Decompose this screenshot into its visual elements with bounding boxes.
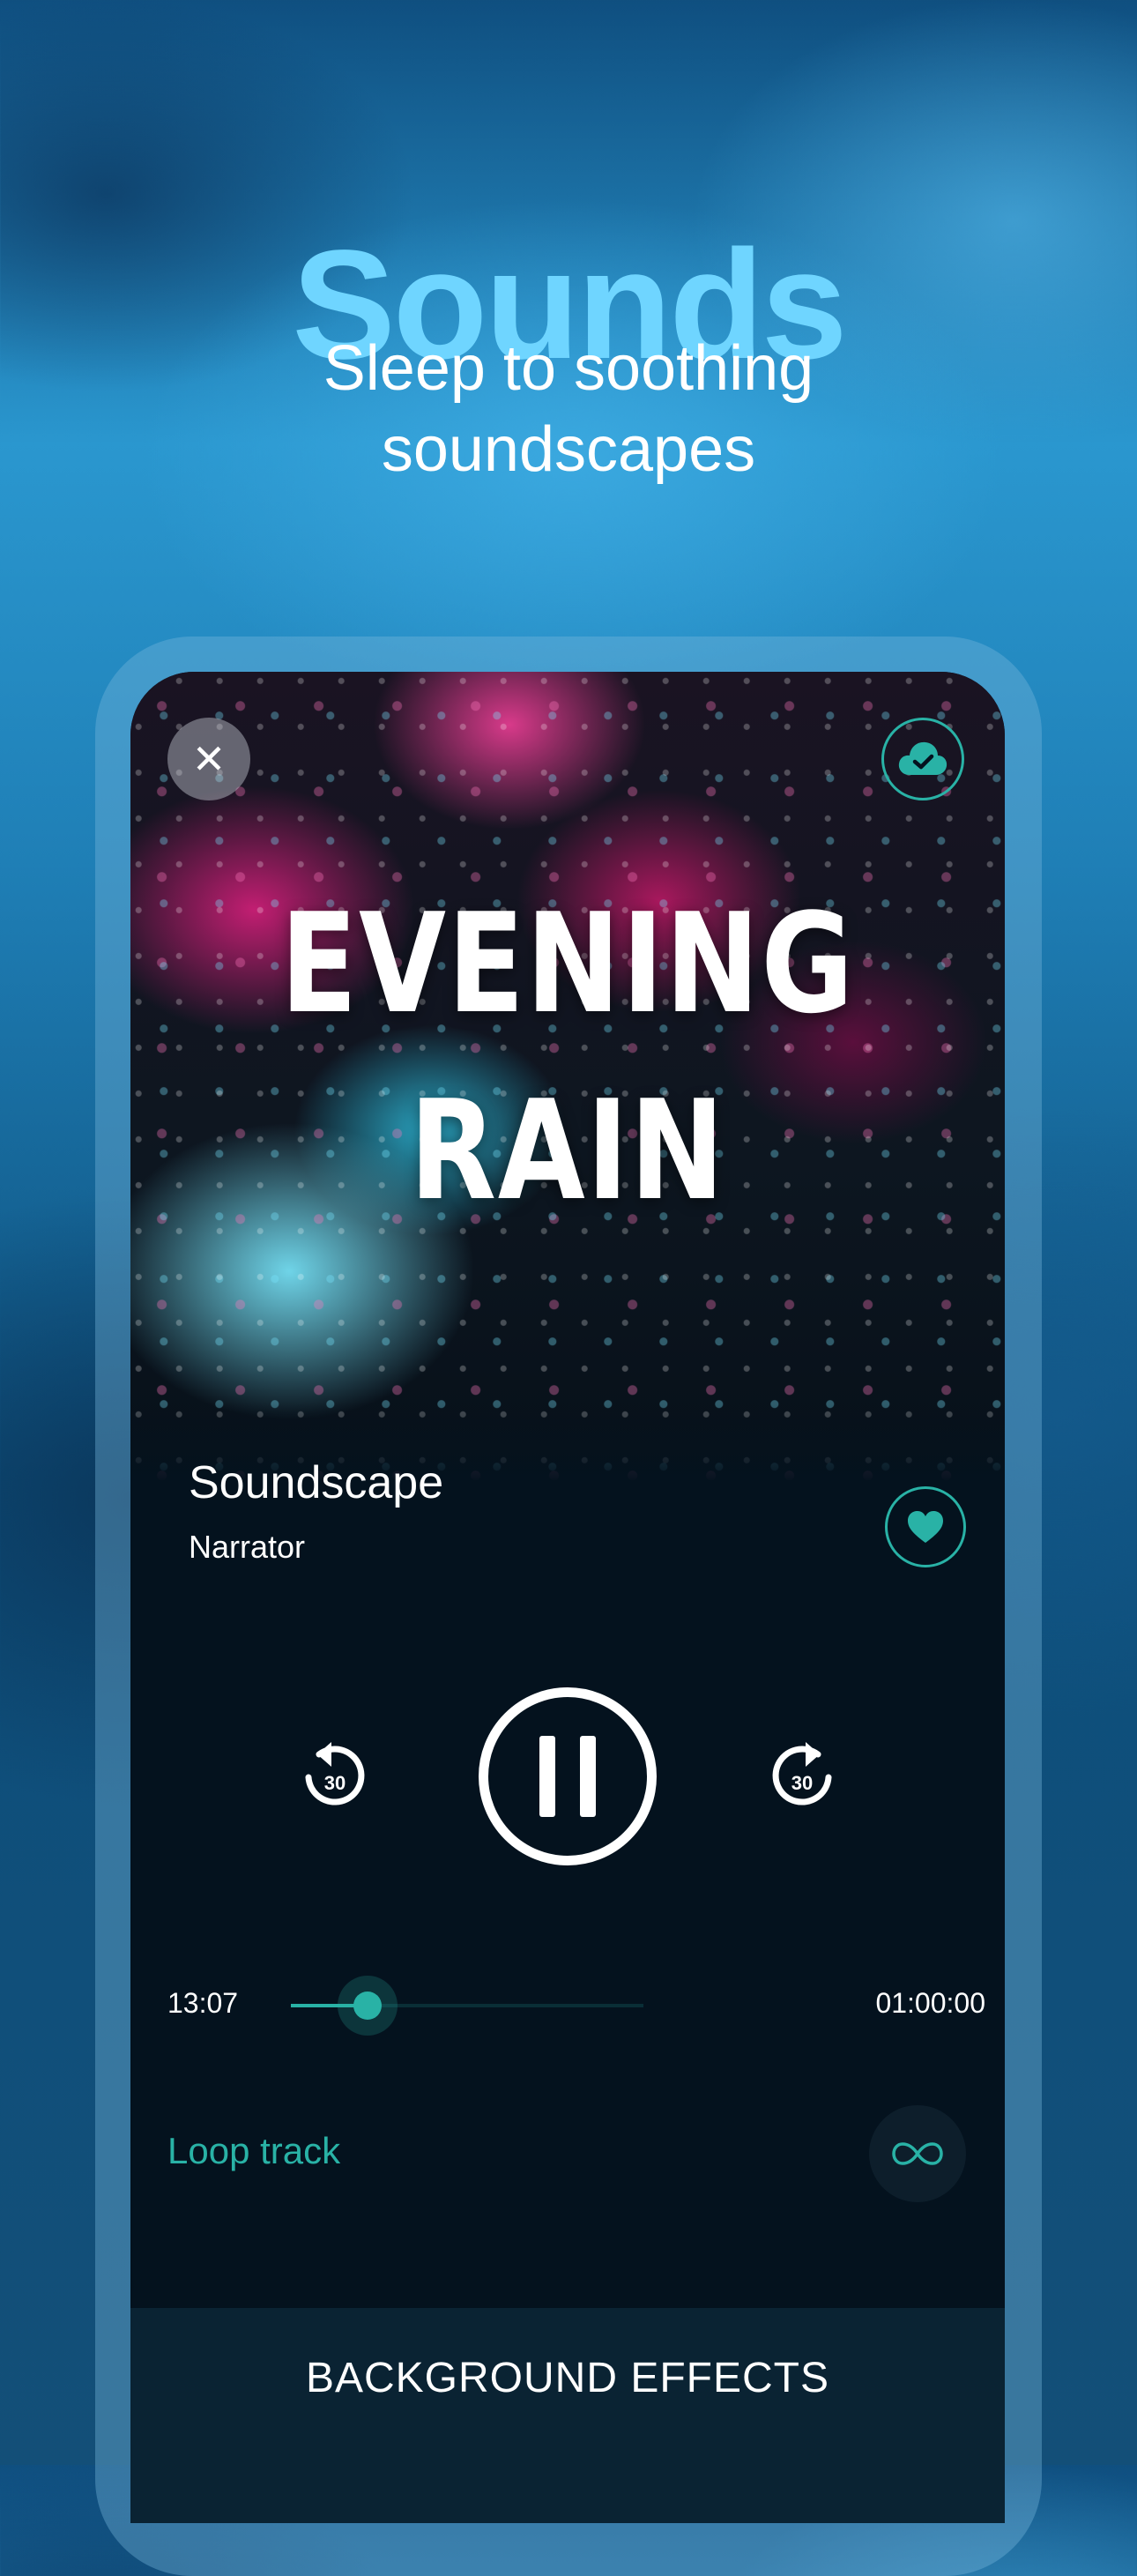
promo-subtitle-line-1: Sleep to soothing <box>323 333 814 404</box>
track-artist: Narrator <box>189 1529 306 1565</box>
cloud-check-icon <box>898 741 948 775</box>
rewind-30-button[interactable]: 30 <box>296 1735 372 1814</box>
artwork-title-line-2: RAIN <box>409 1070 726 1231</box>
promo-subtitle-line-2: soundscapes <box>381 414 756 485</box>
promo-subtitle: Sleep to soothing soundscapes <box>0 328 1137 490</box>
infinity-icon <box>892 2142 943 2165</box>
track-title: Soundscape <box>189 1457 444 1508</box>
forward-30-label: 30 <box>791 1772 813 1794</box>
close-button[interactable]: ✕ <box>167 718 250 800</box>
heart-icon <box>908 1511 943 1543</box>
background-effects-label: BACKGROUND EFFECTS <box>305 2355 830 2401</box>
loop-track-label[interactable]: Loop track <box>167 2130 340 2172</box>
favorite-button[interactable] <box>885 1486 966 1567</box>
forward-30-button[interactable]: 30 <box>765 1735 841 1814</box>
time-total: 01:00:00 <box>875 1987 985 2019</box>
track-artwork: EVENING RAIN <box>130 672 1005 1483</box>
loop-toggle[interactable] <box>869 2105 966 2202</box>
pause-button[interactable] <box>479 1687 657 1865</box>
artwork-title-line-1: EVENING <box>280 883 855 1044</box>
forward-30-icon: 30 <box>772 1742 832 1805</box>
rewind-30-label: 30 <box>324 1772 346 1794</box>
download-button[interactable] <box>881 718 964 800</box>
background-effects-tab[interactable]: BACKGROUND EFFECTS <box>130 2308 1005 2523</box>
time-elapsed: 13:07 <box>167 1987 239 2019</box>
player-screen: EVENING RAIN ✕ Soundscape Narrator 30 30… <box>130 672 1005 2523</box>
pause-icon <box>527 1736 608 1817</box>
close-icon: ✕ <box>191 736 227 782</box>
progress-slider[interactable] <box>291 1976 643 2036</box>
rewind-30-icon: 30 <box>305 1742 365 1805</box>
